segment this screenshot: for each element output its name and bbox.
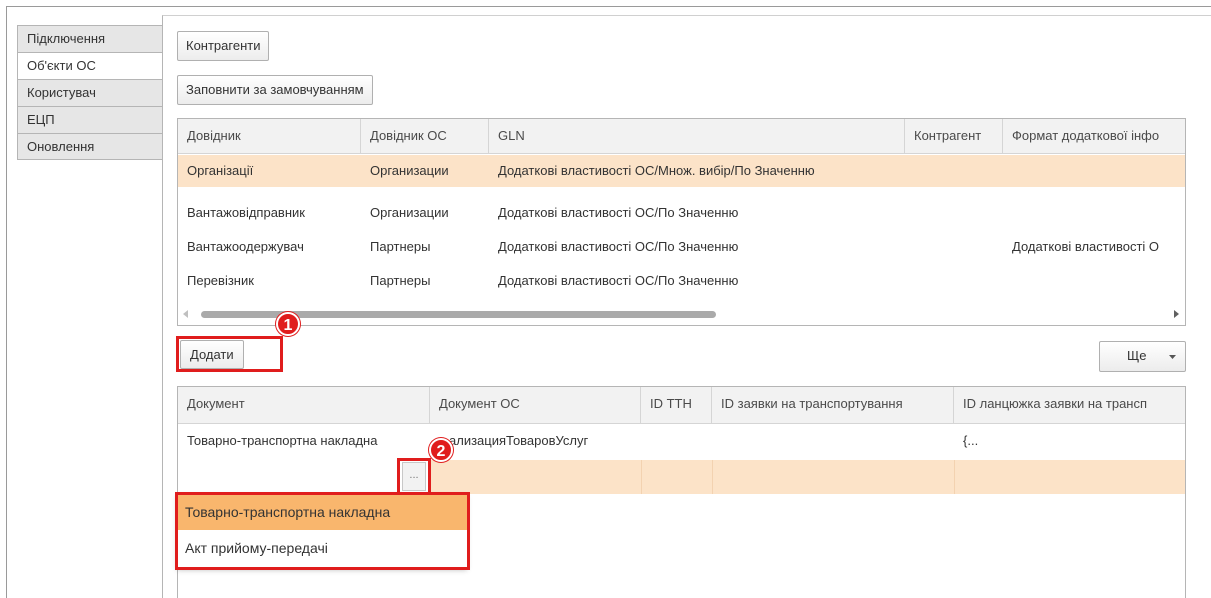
table-cell: [712, 425, 954, 460]
tab-updates[interactable]: Оновлення: [17, 133, 162, 160]
chevron-down-icon: [1169, 355, 1176, 359]
counterparties-button[interactable]: Контрагенти: [177, 31, 270, 61]
column-header[interactable]: Контрагент: [905, 119, 1003, 153]
tab-user[interactable]: Користувач: [17, 79, 162, 106]
column-header[interactable]: Документ ОС: [430, 387, 641, 423]
table-cell: Додаткові властивості ОС/Множ. вибір/По …: [498, 163, 815, 178]
column-divider: [712, 460, 713, 494]
more-button[interactable]: Ще: [1099, 341, 1186, 372]
document-type-editor[interactable]: [178, 460, 430, 494]
table-cell: Вантажоодержувач: [187, 239, 304, 254]
table-cell: Додаткові властивості О: [1012, 239, 1160, 254]
table-row[interactable]: Вантажоодержувач Партнеры Додаткові влас…: [178, 231, 1185, 263]
column-header[interactable]: ID ланцюжка заявки на трансп: [954, 387, 1185, 423]
horizontal-scrollbar[interactable]: [179, 306, 1184, 322]
table-cell: Додаткові властивості ОС/По Значенню: [498, 205, 739, 220]
window-frame-left: [6, 6, 7, 598]
settings-tabs: Підключення Об'єкти ОС Користувач ЕЦП Он…: [17, 25, 162, 160]
column-header[interactable]: Довідник: [178, 119, 361, 153]
add-button[interactable]: Додати: [180, 340, 244, 369]
column-divider: [641, 460, 642, 494]
table-cell: Організації: [187, 163, 254, 178]
table-cell: Товарно-транспортна накладна: [187, 433, 378, 448]
column-header[interactable]: Довідник ОС: [361, 119, 489, 153]
fill-default-button[interactable]: Заповнити за замовчуванням: [177, 75, 373, 105]
tab-connection[interactable]: Підключення: [17, 25, 162, 52]
table-cell: Перевізник: [187, 273, 254, 288]
document-type-dropdown: Товарно-транспортна накладна Акт прийому…: [177, 494, 467, 568]
table-row[interactable]: Товарно-транспортна накладна ализацияТов…: [178, 425, 1185, 460]
dropdown-item-waybill[interactable]: Товарно-транспортна накладна: [177, 494, 467, 530]
table-row[interactable]: Вантажовідправник Организации Додаткові …: [178, 197, 1185, 229]
table-cell: [1003, 265, 1185, 297]
column-header[interactable]: Формат додаткової інфо: [1003, 119, 1185, 153]
table-header: Довідник Довідник ОС GLN Контрагент Форм…: [178, 119, 1185, 154]
table-cell: [905, 155, 1003, 187]
column-header[interactable]: ID заявки на транспортування: [712, 387, 954, 423]
table-cell: Организации: [370, 205, 449, 220]
table-row[interactable]: Організації Организации Додаткові власти…: [178, 155, 1185, 187]
callout-marker-1: 1: [276, 312, 300, 336]
column-header[interactable]: Документ: [178, 387, 430, 423]
column-header[interactable]: ID ТТН: [641, 387, 712, 423]
dropdown-item-transfer-act[interactable]: Акт прийому-передачі: [177, 530, 467, 566]
table-header: Документ Документ ОС ID ТТН ID заявки на…: [178, 387, 1185, 424]
table-cell: Организации: [370, 163, 449, 178]
table-cell: [905, 265, 1003, 297]
table-cell: [1003, 155, 1185, 187]
table-row-editing[interactable]: [178, 460, 1185, 494]
tab-os-objects[interactable]: Об'єкти ОС: [17, 52, 162, 79]
table-cell: [905, 231, 1003, 263]
scroll-left-icon[interactable]: [183, 310, 189, 318]
directories-table: Довідник Довідник ОС GLN Контрагент Форм…: [177, 118, 1186, 326]
table-cell: Партнеры: [370, 239, 431, 254]
scroll-right-icon[interactable]: [1174, 310, 1180, 318]
more-label: Ще: [1127, 348, 1147, 363]
select-ellipsis-button[interactable]: ...: [402, 462, 426, 491]
table-row[interactable]: Перевізник Партнеры Додаткові властивост…: [178, 265, 1185, 297]
table-cell: {...: [963, 433, 979, 448]
table-cell: ализацияТоваровУслуг: [449, 433, 589, 448]
column-header[interactable]: GLN: [489, 119, 905, 153]
table-cell: Вантажовідправник: [187, 205, 305, 220]
table-cell: [905, 197, 1003, 229]
callout-marker-2: 2: [429, 438, 453, 462]
table-cell: Партнеры: [370, 273, 431, 288]
table-cell: [641, 425, 712, 460]
table-cell: [1003, 197, 1185, 229]
window-frame-top: [6, 6, 1211, 7]
table-cell: Додаткові властивості ОС/По Значенню: [498, 273, 739, 288]
table-cell: Додаткові властивості ОС/По Значенню: [498, 239, 739, 254]
tab-digital-signature[interactable]: ЕЦП: [17, 106, 162, 133]
column-divider: [954, 460, 955, 494]
